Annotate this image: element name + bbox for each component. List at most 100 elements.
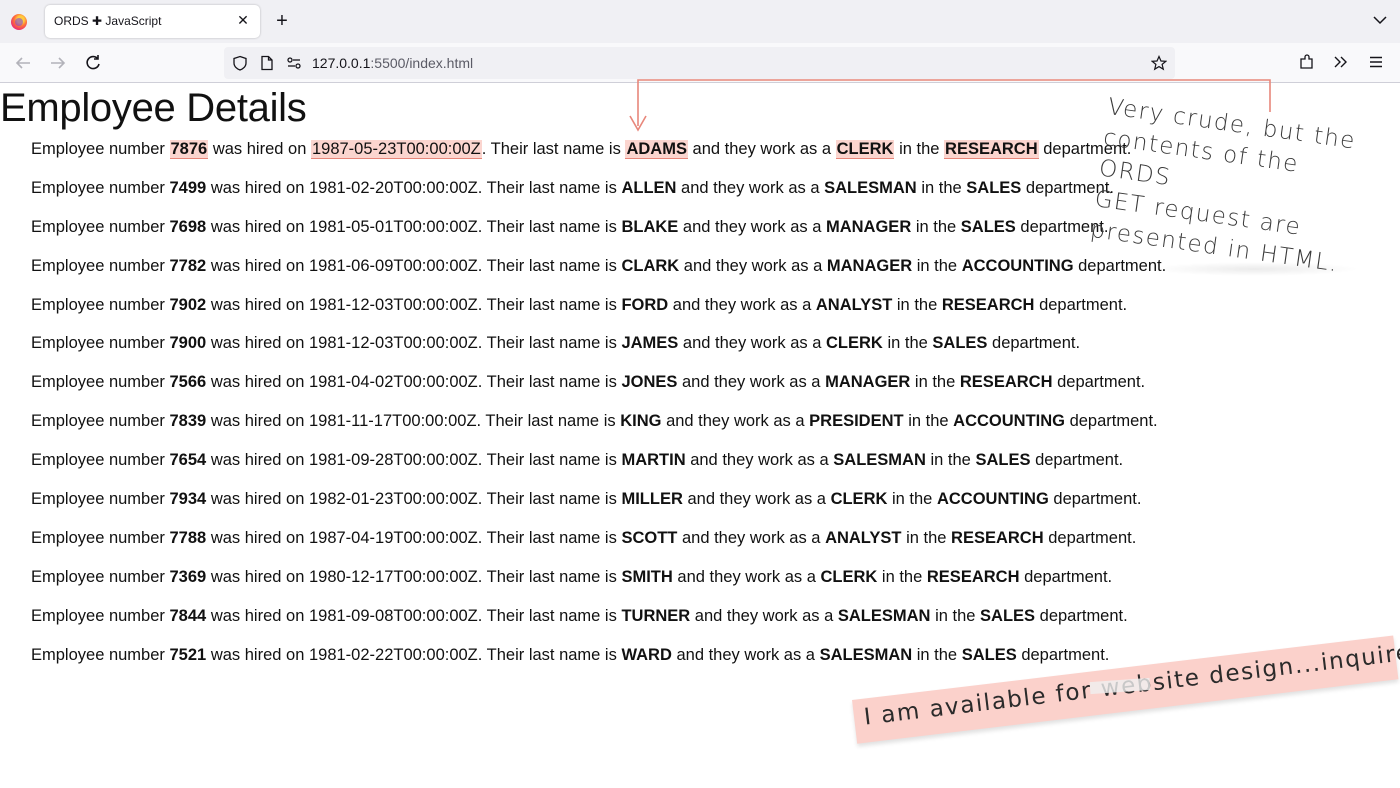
hire-date: 1981-09-08T00:00:00Z xyxy=(308,606,478,625)
url-text[interactable]: 127.0.0.1:5500/index.html xyxy=(312,55,473,71)
close-tab-icon[interactable]: ✕ xyxy=(234,11,252,29)
sentence-text: and they work as a xyxy=(681,178,820,197)
sentence-text: . Their last name is xyxy=(477,528,617,547)
department-name: SALES xyxy=(966,178,1022,197)
sentence-text: . Their last name is xyxy=(481,140,621,158)
hire-date: 1981-12-03T00:00:00Z xyxy=(308,334,478,353)
shield-icon[interactable] xyxy=(232,55,248,71)
employee-row: Employee number 7876 was hired on 1987-0… xyxy=(31,140,1166,179)
employee-row: Employee number 7788 was hired on 1987-0… xyxy=(31,529,1166,568)
employee-row: Employee number 7900 was hired on 1981-1… xyxy=(31,334,1166,373)
job-title: SALESMAN xyxy=(833,451,926,470)
new-tab-icon[interactable]: + xyxy=(272,10,292,32)
last-name: SMITH xyxy=(621,567,673,586)
overflow-chevrons-icon[interactable] xyxy=(1332,53,1350,71)
employee-number: 7788 xyxy=(169,528,207,547)
extensions-icon[interactable] xyxy=(1298,53,1316,71)
page-icon[interactable] xyxy=(259,55,275,71)
job-title: PRESIDENT xyxy=(809,412,904,431)
hire-date: 1981-04-02T00:00:00Z xyxy=(308,373,478,392)
sentence-text: Employee number xyxy=(31,451,165,470)
sentence-text: Employee number xyxy=(31,178,165,197)
back-arrow-icon[interactable] xyxy=(13,53,33,73)
employee-row: Employee number 7369 was hired on 1980-1… xyxy=(31,568,1166,607)
sentence-text: and they work as a xyxy=(692,140,832,158)
permissions-icon[interactable] xyxy=(286,55,302,71)
sentence-text: was hired on xyxy=(210,373,305,392)
sentence-text: department. xyxy=(992,334,1081,353)
department-name: RESEARCH xyxy=(951,528,1044,547)
sentence-text: in the xyxy=(935,606,976,625)
sentence-text: . Their last name is xyxy=(477,373,617,392)
sentence-text: in the xyxy=(908,412,949,431)
sentence-text: Employee number xyxy=(31,528,165,547)
hire-date: 1987-04-19T00:00:00Z xyxy=(308,528,478,547)
hire-date: 1981-02-22T00:00:00Z xyxy=(308,645,478,664)
sentence-text: and they work as a xyxy=(694,606,834,625)
sentence-text: and they work as a xyxy=(690,451,829,470)
sentence-text: Employee number xyxy=(31,295,165,314)
sentence-text: and they work as a xyxy=(682,334,822,353)
sentence-text: in the xyxy=(896,295,938,314)
sentence-text: Employee number xyxy=(31,217,165,236)
hire-date: 1981-05-01T00:00:00Z xyxy=(308,217,478,236)
sentence-text: department. xyxy=(1035,451,1124,470)
employee-number: 7934 xyxy=(169,490,207,509)
sentence-text: and they work as a xyxy=(672,295,812,314)
last-name: ADAMS xyxy=(625,140,688,159)
employee-row: Employee number 7654 was hired on 1981-0… xyxy=(31,451,1166,490)
sentence-text: . Their last name is xyxy=(477,334,617,353)
department-name: ACCOUNTING xyxy=(936,490,1049,509)
tab-bar: ORDS ✚ JavaScript ✕ + xyxy=(0,0,1400,43)
sentence-text: was hired on xyxy=(210,217,305,236)
job-title: CLERK xyxy=(826,334,883,353)
reload-icon[interactable] xyxy=(83,53,103,73)
chevron-down-icon[interactable] xyxy=(1372,12,1388,28)
sentence-text: department. xyxy=(1024,567,1113,586)
firefox-icon[interactable] xyxy=(11,14,27,30)
sentence-text: was hired on xyxy=(210,256,305,275)
employee-number: 7521 xyxy=(169,645,207,664)
job-title: CLERK xyxy=(820,567,878,586)
bookmark-star-icon[interactable] xyxy=(1151,55,1167,71)
sentence-text: in the xyxy=(899,140,940,158)
hire-date: 1981-02-20T00:00:00Z xyxy=(308,178,478,197)
hamburger-menu-icon[interactable] xyxy=(1367,53,1385,71)
department-name: RESEARCH xyxy=(926,567,1020,586)
sentence-text: . Their last name is xyxy=(476,412,616,431)
hire-date: 1981-06-09T00:00:00Z xyxy=(308,256,478,275)
tab-ords-javascript[interactable]: ORDS ✚ JavaScript ✕ xyxy=(45,5,260,38)
department-name: SALES xyxy=(960,217,1016,236)
sentence-text: was hired on xyxy=(210,645,305,664)
employee-number: 7844 xyxy=(169,606,207,625)
sentence-text: was hired on xyxy=(210,567,305,586)
employee-row: Employee number 7566 was hired on 1981-0… xyxy=(31,373,1166,412)
last-name: JONES xyxy=(621,373,678,392)
employee-row: Employee number 7698 was hired on 1981-0… xyxy=(31,218,1166,257)
employee-number: 7698 xyxy=(169,217,207,236)
sentence-text: and they work as a xyxy=(682,217,822,236)
sentence-text: . Their last name is xyxy=(477,567,617,586)
employee-number: 7654 xyxy=(169,451,207,470)
employee-row: Employee number 7839 was hired on 1981-1… xyxy=(31,412,1166,451)
department-name: RESEARCH xyxy=(959,373,1053,392)
forward-arrow-icon[interactable] xyxy=(48,53,68,73)
employee-number: 7782 xyxy=(169,256,207,275)
sentence-text: . Their last name is xyxy=(477,451,617,470)
job-title: ANALYST xyxy=(825,528,902,547)
last-name: FORD xyxy=(621,295,669,314)
employee-number: 7566 xyxy=(169,373,207,392)
sentence-text: Employee number xyxy=(31,490,165,509)
address-bar[interactable]: 127.0.0.1:5500/index.html xyxy=(224,47,1175,79)
sentence-text: Employee number xyxy=(31,645,165,664)
sentence-text: . Their last name is xyxy=(477,256,617,275)
last-name: BLAKE xyxy=(621,217,679,236)
sentence-text: was hired on xyxy=(210,295,305,314)
department-name: ACCOUNTING xyxy=(953,412,1065,431)
job-title: SALESMAN xyxy=(819,645,913,664)
employee-row: Employee number 7934 was hired on 1982-0… xyxy=(31,490,1166,529)
sentence-text: Employee number xyxy=(31,606,165,625)
sentence-text: department. xyxy=(1078,256,1167,275)
sentence-text: in the xyxy=(915,217,957,236)
employee-list: Employee number 7876 was hired on 1987-0… xyxy=(31,140,1166,684)
